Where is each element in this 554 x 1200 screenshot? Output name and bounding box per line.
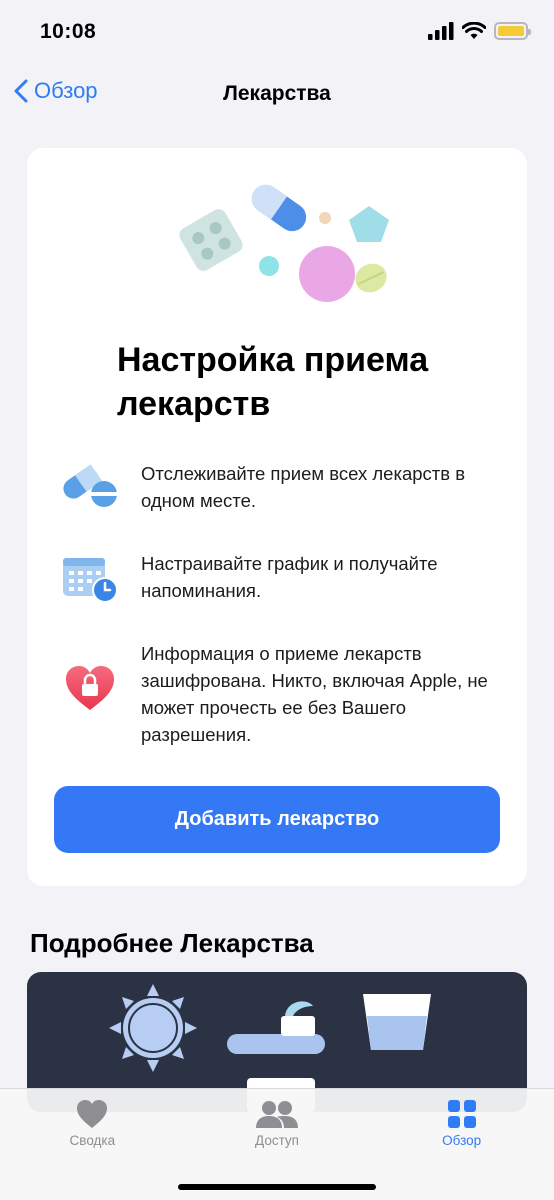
status-bar: 10:08 xyxy=(0,0,554,66)
people-icon xyxy=(256,1101,298,1128)
feature-text: Информация о приеме лекарств зашифрована… xyxy=(141,643,488,745)
heart-lock-icon xyxy=(66,666,114,710)
medications-setup-card: Настройка приема лекарств Отслеживайте п… xyxy=(27,148,527,886)
section-title: Подробнее Лекарства xyxy=(30,928,314,958)
tab-label: Сводка xyxy=(69,1133,116,1148)
add-medication-button[interactable]: Добавить лекарство xyxy=(54,786,500,853)
home-indicator xyxy=(178,1184,376,1190)
feature-track: Отслеживайте прием всех лекарств в одном… xyxy=(53,460,503,514)
grid-icon xyxy=(447,1100,476,1128)
tab-label: Обзор xyxy=(442,1133,482,1148)
battery-icon xyxy=(494,22,531,40)
calendar-clock-icon xyxy=(63,558,118,603)
page-title: Лекарства xyxy=(223,82,331,105)
status-time: 10:08 xyxy=(40,20,97,43)
tab-label: Доступ xyxy=(255,1133,299,1148)
feature-schedule: Настраивайте график и получайте напомина… xyxy=(53,550,503,604)
cellular-signal-icon xyxy=(428,22,454,40)
feature-privacy: Информация о приеме лекарств зашифрована… xyxy=(53,640,503,748)
wifi-icon xyxy=(462,22,486,39)
pills-icon xyxy=(63,464,117,507)
status-icons xyxy=(428,22,531,40)
heart-icon xyxy=(77,1100,108,1128)
pills-illustration-icon xyxy=(179,184,389,302)
feature-text: Настраивайте график и получайте напомина… xyxy=(141,553,438,601)
battery-level xyxy=(498,26,524,36)
tab-summary[interactable]: Сводка xyxy=(0,1089,185,1200)
tab-browse[interactable]: Обзор xyxy=(369,1089,554,1200)
feature-text: Отслеживайте прием всех лекарств в одном… xyxy=(141,463,466,511)
card-title: Настройка приема лекарств xyxy=(117,341,429,423)
navigation-bar: Обзор Лекарства xyxy=(0,70,554,120)
